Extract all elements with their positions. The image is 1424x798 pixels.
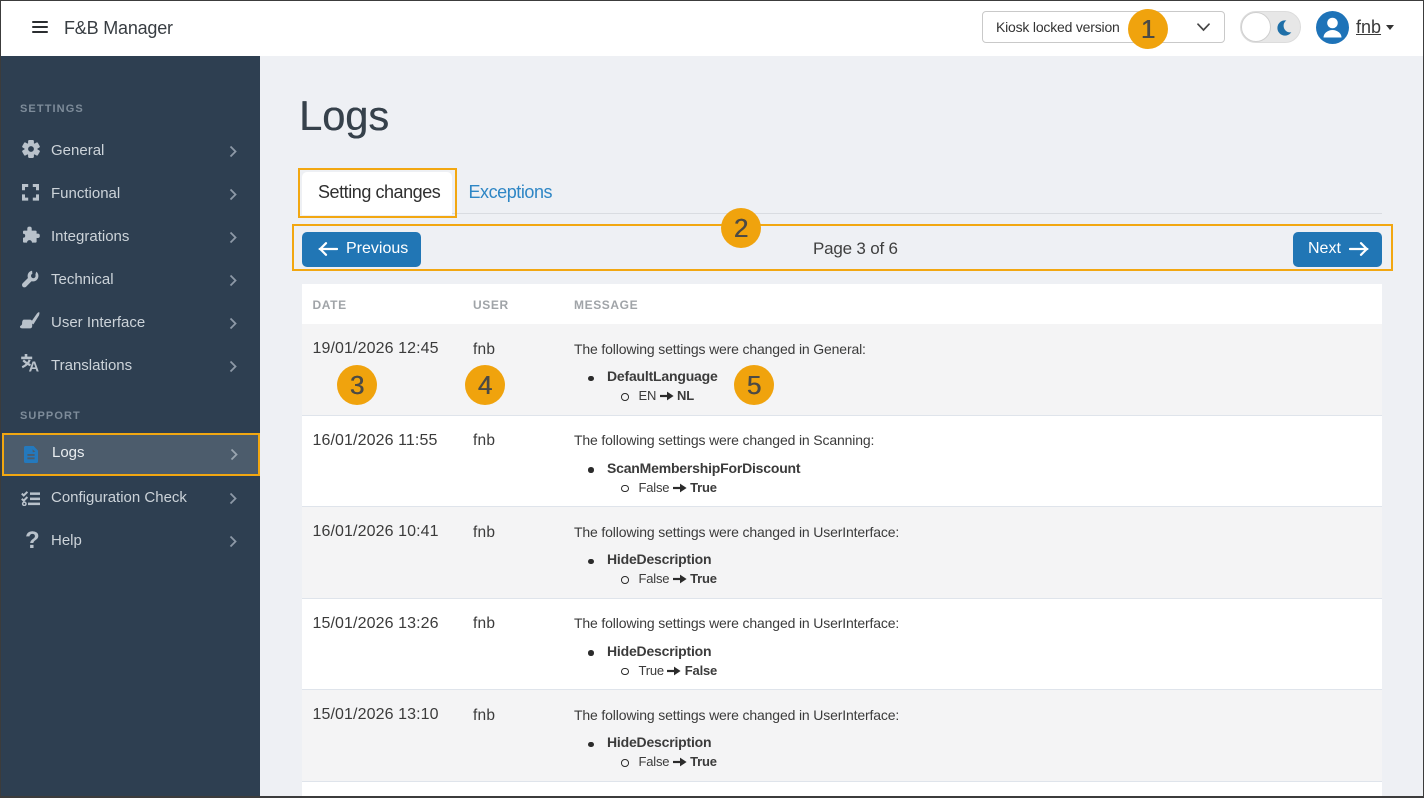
svg-text:A: A [28, 359, 39, 372]
svg-text:?: ? [25, 530, 39, 551]
